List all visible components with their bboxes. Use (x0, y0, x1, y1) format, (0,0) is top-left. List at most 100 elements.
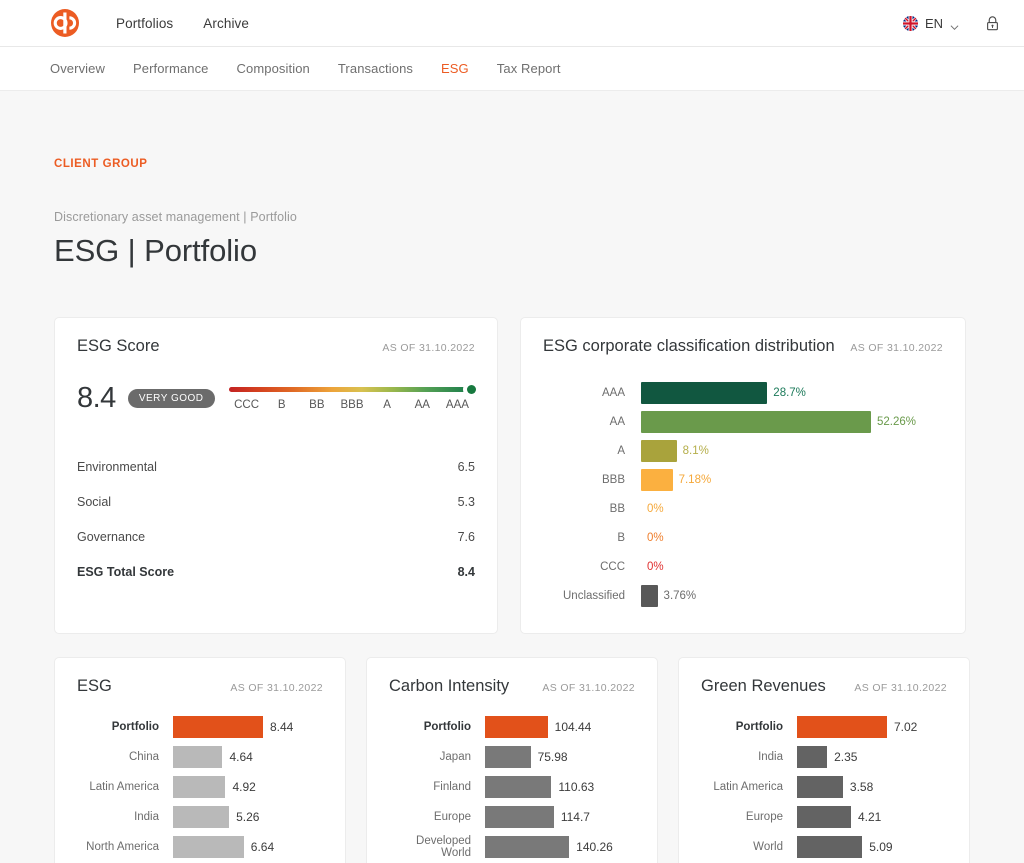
comparison-label: India (758, 751, 783, 763)
metric-row: ESG Total Score 8.4 (77, 554, 475, 589)
comparison-bar (797, 716, 887, 738)
comparison-label: Latin America (713, 781, 783, 793)
page-content: CLIENT GROUP Discretionary asset managem… (0, 158, 1024, 863)
esg-distribution-card: ESG corporate classification distributio… (520, 317, 966, 634)
lock-icon[interactable] (985, 15, 1000, 32)
comparison-value: 140.26 (576, 840, 613, 854)
comparison-label: North America (86, 841, 159, 853)
rating-marker-dot (463, 380, 480, 398)
card-as-of-date: AS OF 31.10.2022 (850, 342, 943, 354)
comparison-row: Portfolio 104.44 (367, 712, 657, 742)
comparison-row: India 2.35 (679, 742, 969, 772)
comparison-label: Europe (433, 811, 471, 823)
distribution-value: 0% (647, 531, 664, 544)
esg-metrics-list: Environmental 6.5 Social 5.3 Governance 7.6 ES… (55, 449, 497, 589)
tab-performance[interactable]: Performance (133, 61, 209, 76)
client-group-link[interactable]: CLIENT GROUP (54, 158, 970, 170)
breadcrumb: Discretionary asset management | Portfol… (54, 210, 297, 224)
comparison-label: India (134, 811, 159, 823)
comparison-row: World 5.09 (679, 832, 969, 862)
secondary-nav: Overview Performance Composition Transac… (0, 47, 1024, 91)
score-summary: 8.4 VERY GOOD CCC B BB BBB A AA AAA (55, 356, 497, 415)
comparison-card-row: ESG AS OF 31.10.2022 Portfolio 8.44 China 4… (54, 657, 970, 863)
comparison-label: Latin America (89, 781, 159, 793)
distribution-value: 28.7% (773, 386, 806, 399)
comparison-label: World (753, 841, 783, 853)
tab-tax-report[interactable]: Tax Report (497, 61, 561, 76)
distribution-row: AA 52.26% (521, 407, 945, 436)
card-as-of-date: AS OF 31.10.2022 (382, 342, 475, 354)
page-title: ESG | Portfolio (54, 233, 257, 268)
comparison-value: 5.26 (236, 810, 260, 824)
card-as-of-date: AS OF 31.10.2022 (854, 682, 947, 694)
comparison-value: 8.44 (270, 720, 294, 734)
card-title: Carbon Intensity (389, 677, 510, 695)
metric-value: 5.3 (457, 494, 475, 509)
distribution-row: B 0% (521, 523, 945, 552)
tab-overview[interactable]: Overview (50, 61, 105, 76)
comparison-label: Finland (433, 781, 471, 793)
comparison-bar (797, 776, 843, 798)
distribution-row: A 8.1% (521, 436, 945, 465)
comparison-bar (173, 806, 230, 828)
comparison-row: China 4.64 (55, 742, 345, 772)
distribution-value: 7.18% (678, 473, 712, 486)
distribution-value: 0% (647, 560, 664, 573)
metric-row: Governance 7.6 (77, 519, 475, 554)
comparison-label: Portfolio (111, 721, 159, 733)
status-badge: VERY GOOD (127, 389, 215, 408)
comparison-bar (173, 776, 226, 798)
card-title: Green Revenues (701, 677, 826, 695)
distribution-label: Unclassified (563, 589, 625, 602)
card-header: ESG Score AS OF 31.10.2022 (55, 318, 497, 356)
metric-value: 8.4 (457, 564, 475, 579)
rating-label-aaa: AAA (445, 398, 469, 411)
comparison-bar-chart: Portfolio 104.44 Japan 75.98 Finland 110.63 Eu… (367, 712, 657, 863)
rating-scale-labels: CCC B BB BBB A AA AAA (229, 399, 475, 411)
comparison-bar-chart: Portfolio 8.44 China 4.64 Latin America 4.92 I… (55, 712, 345, 863)
distribution-bar (641, 381, 768, 404)
metric-row: Environmental 6.5 (77, 449, 475, 484)
nav-item-archive[interactable]: Archive (203, 16, 249, 31)
comparison-value: 110.63 (558, 780, 595, 794)
comparison-bar (173, 716, 263, 738)
rating-label-a: A (383, 398, 391, 411)
comparison-value: 4.21 (857, 810, 882, 824)
rating-label-bb: BB (309, 398, 325, 411)
comparison-row: Latin America 3.58 (679, 772, 969, 802)
comparison-row: India 5.26 (55, 802, 345, 832)
distribution-label: AA (609, 415, 625, 428)
comparison-value: 2.35 (834, 750, 858, 764)
comparison-bar (173, 746, 223, 768)
comparison-value: 75.98 (537, 750, 568, 764)
distribution-value: 0% (647, 502, 664, 515)
distribution-label: CCC (600, 560, 625, 573)
distribution-value: 3.76% (663, 589, 697, 602)
metric-label: ESG Total Score (77, 564, 175, 579)
card-title: ESG Score (77, 337, 160, 355)
rating-label-aa: AA (414, 398, 430, 411)
tab-esg[interactable]: ESG (441, 61, 469, 76)
metric-value: 6.5 (457, 459, 475, 474)
language-selector[interactable]: EN (902, 15, 959, 31)
nav-item-portfolios[interactable]: Portfolios (116, 16, 173, 31)
comparison-bar (485, 746, 531, 768)
comparison-label: Portfolio (735, 721, 783, 733)
comparison-bar (485, 836, 570, 858)
esg-rating-scale: CCC B BB BBB A AA AAA (229, 380, 480, 411)
rating-gradient-bar (229, 386, 475, 392)
comparison-row: Europe 4.21 (679, 802, 969, 832)
metric-label: Governance (77, 529, 146, 544)
metric-label: Social (77, 494, 112, 509)
op-logo-icon[interactable] (50, 8, 80, 38)
comparison-value: 7.02 (894, 720, 918, 734)
tab-transactions[interactable]: Transactions (338, 61, 413, 76)
comparison-row: Portfolio 7.02 (679, 712, 969, 742)
top-card-row: ESG Score AS OF 31.10.2022 8.4 VERY GOOD… (54, 317, 970, 634)
distribution-bar (641, 410, 871, 433)
tab-composition[interactable]: Composition (237, 61, 310, 76)
comparison-bar (797, 746, 828, 768)
distribution-row: Unclassified 3.76% (521, 581, 945, 610)
header-actions: EN (902, 15, 1000, 32)
uk-flag-icon (902, 15, 918, 31)
